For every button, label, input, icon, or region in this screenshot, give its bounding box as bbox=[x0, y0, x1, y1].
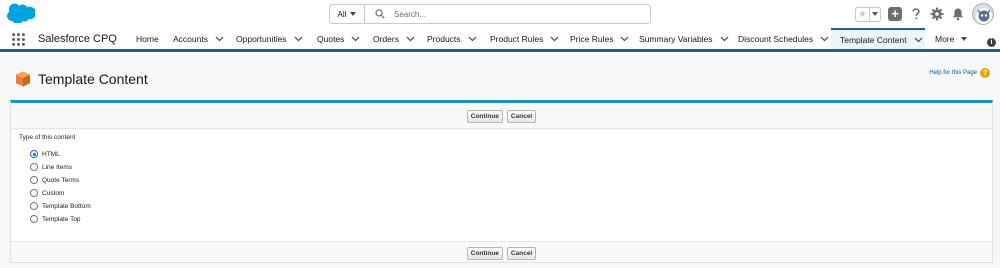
tab-discount-schedules[interactable]: Discount Schedules bbox=[738, 28, 829, 49]
info-icon[interactable]: i bbox=[987, 38, 996, 47]
radio-template-bottom[interactable]: Template Bottom bbox=[30, 202, 91, 210]
help-link-area: Help for this Page ? bbox=[929, 68, 990, 78]
help-question-icon[interactable]: ? bbox=[980, 68, 990, 78]
page-header: Template Content bbox=[14, 70, 148, 88]
gear-icon[interactable] bbox=[930, 7, 944, 21]
favorites-button[interactable]: ★ bbox=[855, 6, 881, 22]
edit-form-card: Continue Cancel Type of this content HTM… bbox=[10, 100, 993, 263]
chevron-down-icon[interactable] bbox=[351, 34, 360, 43]
caret-down-icon bbox=[961, 36, 968, 41]
tab-opportunities[interactable]: Opportunities bbox=[236, 28, 303, 49]
radio-label: Template Top bbox=[42, 215, 81, 223]
tab-summary-variables[interactable]: Summary Variables bbox=[639, 28, 729, 49]
salesforce-logo-icon[interactable] bbox=[7, 3, 35, 23]
radio-quote-terms[interactable]: Quote Terms bbox=[30, 176, 79, 184]
chevron-down-icon[interactable] bbox=[820, 34, 829, 43]
tab-orders[interactable]: Orders bbox=[373, 28, 415, 49]
search-icon bbox=[375, 9, 385, 19]
chevron-down-icon[interactable] bbox=[550, 34, 559, 43]
app-name: Salesforce CPQ bbox=[38, 33, 117, 45]
chevron-down-icon[interactable] bbox=[914, 35, 923, 44]
global-search[interactable]: All bbox=[329, 4, 651, 24]
radio-template-top[interactable]: Template Top bbox=[30, 215, 81, 223]
content-type-label: Type of this content bbox=[19, 134, 76, 141]
search-scope-dropdown[interactable]: All bbox=[330, 5, 365, 23]
cancel-button[interactable]: Cancel bbox=[506, 110, 537, 123]
tab-quotes[interactable]: Quotes bbox=[317, 28, 360, 49]
radio-custom[interactable]: Custom bbox=[30, 189, 64, 197]
cancel-button[interactable]: Cancel bbox=[506, 246, 537, 260]
global-header: All ★ + bbox=[0, 0, 1000, 28]
template-box-icon bbox=[16, 71, 30, 87]
continue-button[interactable]: Continue bbox=[466, 246, 503, 260]
radio-unselected-icon[interactable] bbox=[30, 202, 38, 210]
tab-label: Discount Schedules bbox=[738, 33, 814, 44]
chevron-down-icon[interactable] bbox=[406, 34, 415, 43]
favorites-dropdown[interactable] bbox=[870, 8, 880, 21]
tab-template-content[interactable]: Template Content bbox=[831, 28, 925, 49]
radio-label: Line Items bbox=[42, 163, 72, 171]
tab-label: More bbox=[935, 33, 955, 44]
search-input[interactable] bbox=[394, 9, 624, 19]
astro-avatar-icon bbox=[976, 8, 992, 24]
radio-unselected-icon[interactable] bbox=[30, 163, 38, 171]
tab-more[interactable]: More bbox=[935, 28, 968, 49]
bottom-button-row: Continue Cancel bbox=[11, 241, 992, 264]
radio-label: Quote Terms bbox=[42, 176, 80, 184]
tab-label: Price Rules bbox=[570, 33, 614, 44]
radio-unselected-icon[interactable] bbox=[30, 176, 38, 184]
tab-label: Product Rules bbox=[490, 33, 544, 44]
notifications-bell-icon[interactable] bbox=[951, 7, 965, 21]
chevron-down-icon[interactable] bbox=[294, 34, 303, 43]
app-nav-bar: Salesforce CPQ Home Accounts Opportuniti… bbox=[0, 28, 1000, 52]
chevron-down-icon[interactable] bbox=[620, 34, 629, 43]
tab-label: Template Content bbox=[840, 34, 907, 45]
tab-price-rules[interactable]: Price Rules bbox=[570, 28, 629, 49]
page-title: Template Content bbox=[38, 71, 148, 87]
top-button-row: Continue Cancel bbox=[11, 105, 992, 129]
radio-selected-icon[interactable] bbox=[30, 150, 38, 158]
chevron-down-icon[interactable] bbox=[468, 34, 477, 43]
help-question-icon[interactable] bbox=[909, 7, 923, 21]
tab-accounts[interactable]: Accounts bbox=[173, 28, 224, 49]
tab-label: Accounts bbox=[173, 33, 208, 44]
radio-label: Custom bbox=[42, 189, 65, 197]
radio-unselected-icon[interactable] bbox=[30, 215, 38, 223]
search-scope-label: All bbox=[337, 9, 347, 19]
tab-label: Products bbox=[427, 33, 461, 44]
continue-button[interactable]: Continue bbox=[466, 110, 503, 123]
chevron-down-icon[interactable] bbox=[720, 34, 729, 43]
user-avatar[interactable] bbox=[972, 3, 994, 25]
radio-html[interactable]: HTML bbox=[30, 150, 60, 158]
tab-label: Home bbox=[136, 33, 159, 44]
tab-label: Summary Variables bbox=[639, 33, 713, 44]
app-launcher-icon[interactable] bbox=[12, 33, 25, 46]
tab-home[interactable]: Home bbox=[136, 28, 159, 49]
tab-product-rules[interactable]: Product Rules bbox=[490, 28, 559, 49]
tab-label: Quotes bbox=[317, 33, 345, 44]
star-icon[interactable]: ★ bbox=[856, 7, 870, 21]
radio-label: HTML bbox=[42, 150, 60, 158]
radio-line-items[interactable]: Line Items bbox=[30, 163, 72, 171]
radio-unselected-icon[interactable] bbox=[30, 189, 38, 197]
tab-products[interactable]: Products bbox=[427, 28, 477, 49]
tab-label: Orders bbox=[373, 33, 399, 44]
utility-icons: ★ + bbox=[855, 2, 994, 26]
caret-down-icon bbox=[872, 12, 878, 16]
help-for-this-page-link[interactable]: Help for this Page bbox=[929, 70, 977, 76]
caret-down-icon bbox=[350, 12, 357, 16]
global-actions-plus-icon[interactable]: + bbox=[888, 7, 902, 21]
tab-label: Opportunities bbox=[236, 33, 287, 44]
chevron-down-icon[interactable] bbox=[215, 34, 224, 43]
radio-label: Template Bottom bbox=[42, 202, 91, 210]
content-type-section: Type of this content HTML Line Items Quo… bbox=[11, 130, 992, 241]
